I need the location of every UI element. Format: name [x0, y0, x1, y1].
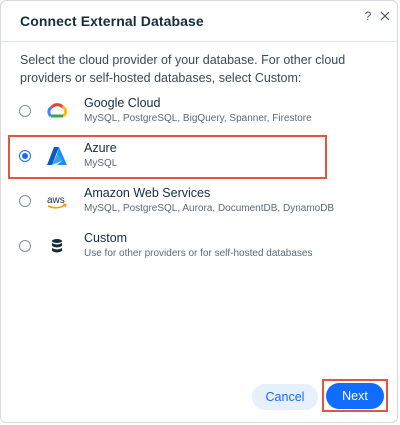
option-azure[interactable]: Azure MySQL — [1, 138, 397, 178]
azure-icon — [45, 144, 69, 168]
database-icon — [45, 234, 69, 258]
option-custom[interactable]: Custom Use for other providers or for se… — [1, 228, 397, 268]
header-divider — [1, 41, 397, 42]
option-subtitle: MySQL, PostgreSQL, BigQuery, Spanner, Fi… — [84, 113, 312, 124]
next-button[interactable]: Next — [326, 383, 384, 409]
intro-text: Select the cloud provider of your databa… — [20, 53, 346, 85]
option-title: Custom — [84, 231, 128, 245]
dialog-title: Connect External Database — [20, 13, 204, 29]
radio-google-cloud[interactable] — [19, 105, 31, 117]
option-google-cloud[interactable]: Google Cloud MySQL, PostgreSQL, BigQuery… — [1, 93, 397, 133]
cancel-button[interactable]: Cancel — [252, 384, 318, 410]
option-aws[interactable]: aws Amazon Web Services MySQL, PostgreSQ… — [1, 183, 397, 223]
radio-custom[interactable] — [19, 240, 31, 252]
google-cloud-icon — [45, 99, 69, 123]
close-button[interactable] — [378, 9, 392, 23]
radio-aws[interactable] — [19, 195, 31, 207]
option-subtitle: MySQL — [84, 158, 118, 169]
close-icon — [380, 11, 390, 21]
radio-azure[interactable] — [19, 150, 31, 162]
option-title: Amazon Web Services — [84, 186, 211, 200]
option-title: Azure — [84, 141, 117, 155]
option-subtitle: Use for other providers or for self-host… — [84, 248, 313, 259]
connect-database-dialog: Connect External Database ? Select the c… — [0, 0, 398, 423]
aws-icon: aws — [45, 189, 69, 213]
option-subtitle: MySQL, PostgreSQL, Aurora, DocumentDB, D… — [84, 203, 335, 214]
help-button[interactable]: ? — [361, 9, 375, 23]
svg-text:aws: aws — [47, 195, 65, 206]
option-title: Google Cloud — [84, 96, 161, 110]
dialog-header: Connect External Database ? — [1, 1, 397, 41]
